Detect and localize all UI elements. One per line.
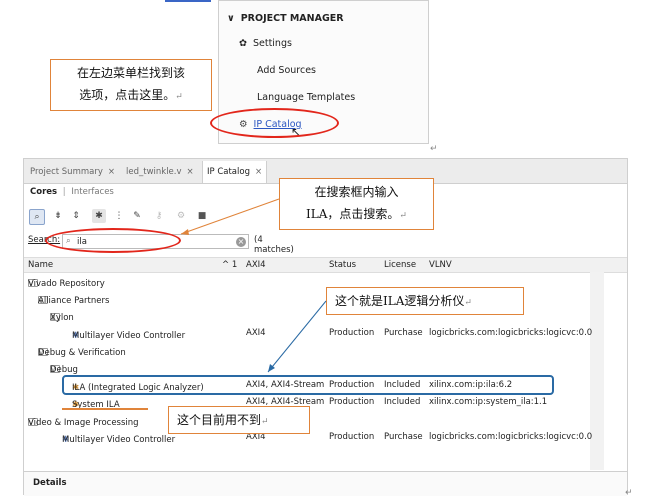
search-arrow-head: [181, 229, 189, 235]
search-arrow: [180, 198, 280, 235]
ila-arrow: [267, 300, 327, 373]
annotation-arrows: [180, 198, 327, 373]
enter-mark: ↵: [625, 488, 633, 498]
